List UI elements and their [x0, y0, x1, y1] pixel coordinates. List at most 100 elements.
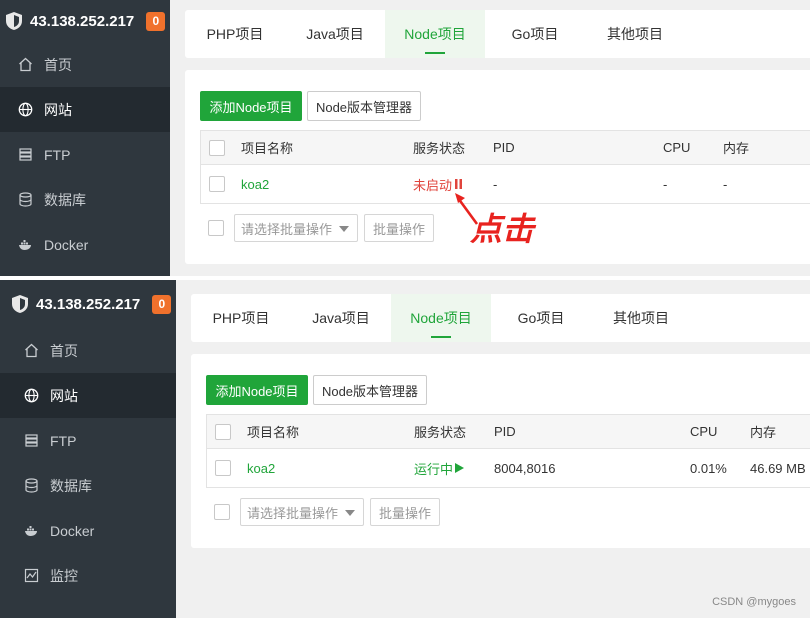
sidebar-item-home[interactable]: 首页	[0, 328, 176, 373]
server-ip: 43.138.252.217	[30, 12, 135, 30]
table-header: 项目名称 服务状态 PID CPU 内存	[201, 131, 810, 165]
tab-other[interactable]: 其他项目	[585, 10, 685, 58]
sidebar-item-ftp[interactable]: FTP	[0, 418, 176, 463]
tab-php[interactable]: PHP项目	[185, 10, 285, 58]
batch-action-select[interactable]: 请选择批量操作	[234, 214, 358, 242]
batch-checkbox[interactable]	[214, 504, 230, 520]
server-header: 43.138.252.217 0	[0, 280, 176, 328]
pause-icon	[455, 179, 463, 189]
notification-badge[interactable]: 0	[146, 11, 166, 31]
row-checkbox[interactable]	[215, 460, 231, 476]
header-memory: 内存	[750, 425, 777, 440]
project-name-link[interactable]: koa2	[247, 449, 275, 487]
pid-value: -	[493, 176, 498, 192]
screenshot-after: 43.138.252.217 0 首页 网站 FTP 数据库 Docker 监控	[0, 280, 810, 618]
ftp-icon	[24, 433, 39, 448]
shield-logo-icon	[12, 295, 28, 313]
watermark: CSDN @mygoes	[712, 596, 796, 608]
shield-logo-icon	[6, 12, 22, 30]
docker-icon	[24, 523, 39, 538]
select-all-checkbox[interactable]	[215, 424, 231, 440]
server-ip: 43.138.252.217	[36, 295, 141, 313]
chevron-down-icon	[339, 226, 349, 232]
project-table: 项目名称 服务状态 PID CPU 内存 koa2 运行中 8004,8016 …	[206, 414, 810, 488]
server-header: 43.138.252.217 0	[0, 0, 170, 42]
sidebar-item-docker[interactable]: Docker	[0, 508, 176, 553]
table-header: 项目名称 服务状态 PID CPU 内存	[207, 415, 810, 449]
click-annotation: 点击	[470, 210, 535, 248]
header-status: 服务状态	[414, 425, 467, 440]
project-name-link[interactable]: koa2	[241, 165, 269, 203]
tab-other[interactable]: 其他项目	[591, 294, 691, 342]
service-status-running[interactable]: 运行中	[414, 449, 465, 487]
project-tabs-card: PHP项目 Java项目 Node项目 Go项目 其他项目	[191, 294, 810, 342]
screenshot-before: 43.138.252.217 0 首页 网站 FTP 数据库 Docker PH…	[0, 0, 810, 276]
sidebar-item-label: 网站	[44, 101, 72, 118]
sidebar-item-label: FTP	[50, 432, 77, 449]
sidebar-item-label: Docker	[44, 236, 89, 253]
project-table: 项目名称 服务状态 PID CPU 内存 koa2 未启动 - - -	[200, 130, 810, 204]
cpu-value: 0.01%	[690, 460, 727, 476]
tab-java[interactable]: Java项目	[291, 294, 391, 342]
sidebar-item-database[interactable]: 数据库	[0, 463, 176, 508]
sidebar-item-home[interactable]: 首页	[0, 42, 170, 87]
sidebar-item-label: FTP	[44, 146, 71, 163]
globe-icon	[24, 388, 39, 403]
memory-value: 46.69 MB	[750, 460, 806, 476]
sidebar-item-ftp[interactable]: FTP	[0, 132, 170, 177]
tab-go[interactable]: Go项目	[485, 10, 585, 58]
sidebar-item-label: 数据库	[50, 477, 92, 494]
header-memory: 内存	[723, 141, 750, 156]
cpu-value: -	[663, 176, 668, 192]
tab-node[interactable]: Node项目	[391, 294, 491, 342]
header-name: 项目名称	[241, 141, 294, 156]
sidebar-item-label: Docker	[50, 522, 95, 539]
sidebar-item-website[interactable]: 网站	[0, 87, 170, 132]
memory-value: -	[723, 176, 728, 192]
project-tabs-card: PHP项目 Java项目 Node项目 Go项目 其他项目	[185, 10, 810, 58]
header-pid: PID	[493, 140, 515, 155]
sidebar-item-database[interactable]: 数据库	[0, 177, 170, 222]
status-text: 未启动	[413, 177, 453, 193]
ftp-icon	[18, 147, 33, 162]
status-text: 运行中	[414, 461, 454, 477]
batch-action-select[interactable]: 请选择批量操作	[240, 498, 364, 526]
home-icon	[18, 57, 33, 72]
database-icon	[24, 478, 39, 493]
tab-go[interactable]: Go项目	[491, 294, 591, 342]
sidebar-item-label: 监控	[50, 567, 78, 584]
add-node-project-button[interactable]: 添加Node项目	[206, 375, 308, 405]
batch-select-placeholder: 请选择批量操作	[247, 505, 339, 521]
play-icon	[455, 463, 465, 473]
tab-java[interactable]: Java项目	[285, 10, 385, 58]
table-row[interactable]: koa2 运行中 8004,8016 0.01% 46.69 MB	[207, 449, 810, 487]
header-cpu: CPU	[690, 424, 718, 439]
sidebar-item-label: 数据库	[44, 191, 86, 208]
select-all-checkbox[interactable]	[209, 140, 225, 156]
header-pid: PID	[494, 424, 516, 439]
batch-action-button[interactable]: 批量操作	[370, 498, 440, 526]
table-row[interactable]: koa2 未启动 - - -	[201, 165, 810, 203]
database-icon	[18, 192, 33, 207]
batch-checkbox[interactable]	[208, 220, 224, 236]
home-icon	[24, 343, 39, 358]
tab-node[interactable]: Node项目	[385, 10, 485, 58]
tab-php[interactable]: PHP项目	[191, 294, 291, 342]
sidebar-item-website[interactable]: 网站	[0, 373, 176, 418]
sidebar-item-monitor[interactable]: 监控	[0, 553, 176, 598]
sidebar-item-label: 网站	[50, 387, 78, 404]
docker-icon	[18, 237, 33, 252]
chevron-down-icon	[345, 510, 355, 516]
sidebar: 43.138.252.217 0 首页 网站 FTP 数据库 Docker	[0, 0, 170, 276]
notification-badge[interactable]: 0	[152, 294, 172, 314]
row-checkbox[interactable]	[209, 176, 225, 192]
batch-select-placeholder: 请选择批量操作	[241, 221, 333, 237]
batch-action-button[interactable]: 批量操作	[364, 214, 434, 242]
header-status: 服务状态	[413, 141, 466, 156]
node-version-manager-button[interactable]: Node版本管理器	[313, 375, 427, 405]
sidebar-item-docker[interactable]: Docker	[0, 222, 170, 267]
node-version-manager-button[interactable]: Node版本管理器	[307, 91, 421, 121]
sidebar-item-label: 首页	[44, 56, 72, 73]
add-node-project-button[interactable]: 添加Node项目	[200, 91, 302, 121]
project-list-card: 添加Node项目 Node版本管理器 项目名称 服务状态 PID CPU 内存 …	[191, 354, 810, 548]
